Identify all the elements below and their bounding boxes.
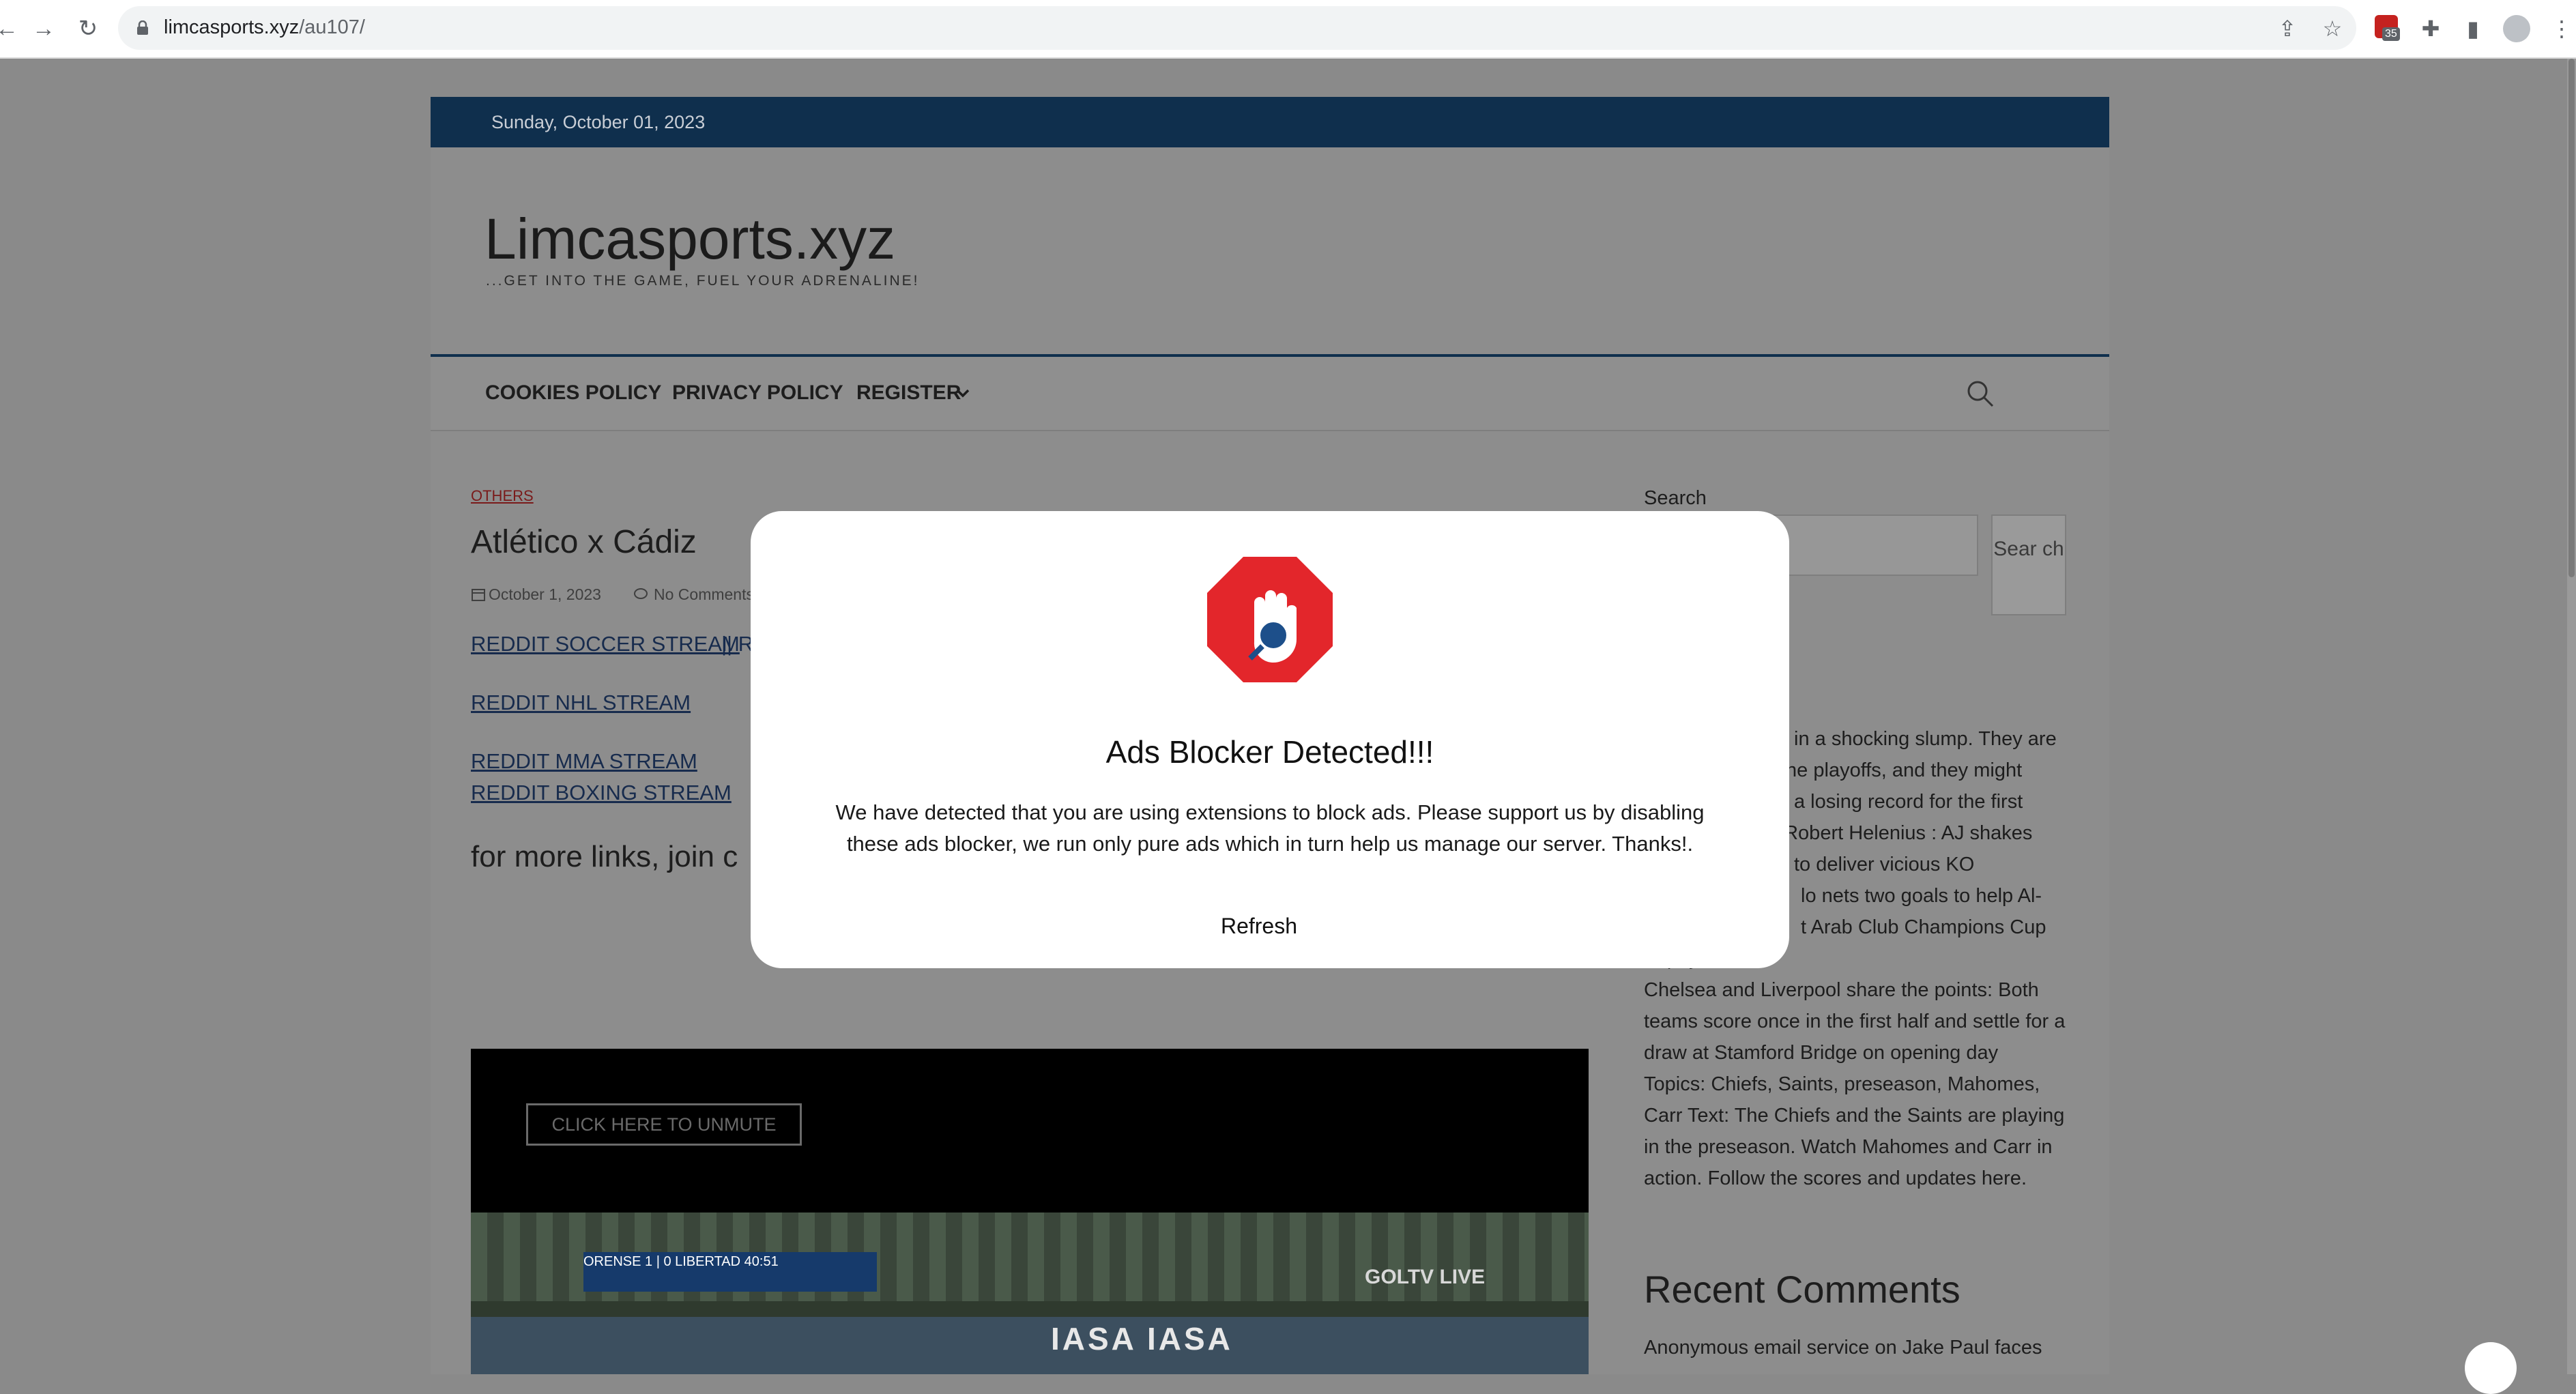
modal-message: We have detected that you are using exte… (835, 800, 1705, 856)
extensions-puzzle-icon[interactable]: ✚ (2414, 12, 2447, 45)
side-panel-icon[interactable]: ▮ (2457, 12, 2489, 45)
url-text[interactable]: limcasports.xyz/au107/ (164, 12, 365, 42)
extension-badge: 35 (2382, 27, 2400, 41)
stop-hand-icon (1205, 555, 1335, 684)
reload-icon[interactable]: ↻ (72, 12, 104, 45)
bookmark-star-icon[interactable]: ☆ (2316, 12, 2349, 45)
share-icon[interactable]: ⇪ (2271, 12, 2304, 45)
back-icon[interactable]: ← (0, 12, 23, 45)
refresh-button[interactable]: Refresh (1204, 910, 1314, 942)
lock-icon[interactable] (136, 20, 149, 35)
menu-kebab-icon[interactable]: ⋮ (2545, 12, 2576, 45)
url-path: /au107/ (299, 16, 365, 38)
url-host: limcasports.xyz (164, 16, 300, 38)
forward-icon[interactable]: → (27, 12, 60, 45)
profile-avatar-icon[interactable] (2503, 15, 2530, 42)
address-bar[interactable] (118, 6, 2356, 50)
modal-title: Ads Blocker Detected!!! (1105, 734, 1434, 770)
